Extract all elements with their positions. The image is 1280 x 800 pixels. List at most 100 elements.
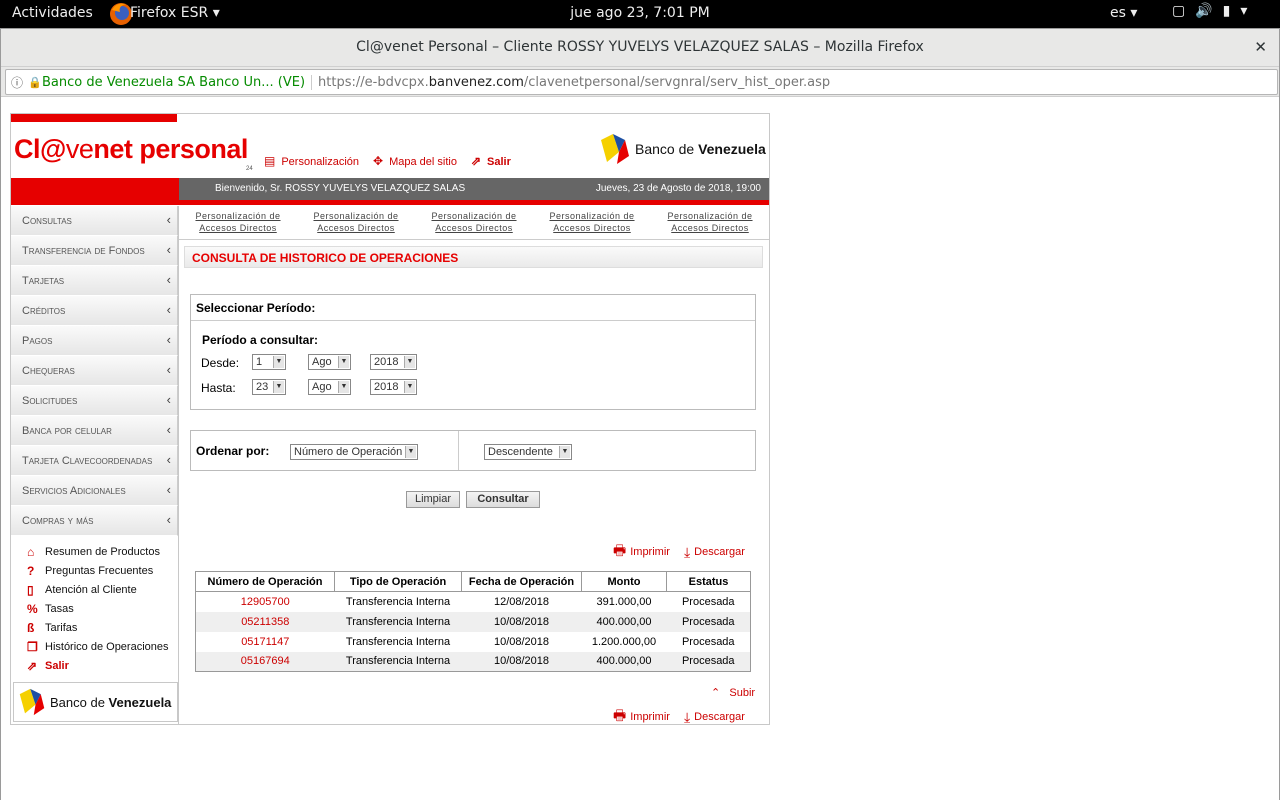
sidebar-menu-item[interactable]: Tarjetas ‹ <box>11 266 178 296</box>
to-year-select[interactable]: 2018 ▼ <box>370 379 417 395</box>
quick-link-fees[interactable]: ß Tarifas <box>27 618 178 637</box>
house-icon: ⌂ <box>27 544 35 559</box>
sidebar-menu-item[interactable]: Banca por celular ‹ <box>11 416 178 446</box>
quick-link-history[interactable]: ❐ Histórico de Operaciones <box>27 637 178 656</box>
sidebar-menu-item[interactable]: Tarjeta Clavecoordenadas ‹ <box>11 446 178 476</box>
quick-access-link-3[interactable]: Personalización de Accesos Directos <box>431 210 516 239</box>
sidebar-menu-item[interactable]: Transferencia de Fondos ‹ <box>11 236 178 266</box>
dropdown-arrow-icon: ▼ <box>559 446 570 458</box>
activities-button[interactable]: Actividades <box>12 5 93 21</box>
bank-name-b: Venezuela <box>698 141 766 157</box>
operation-number-link[interactable]: 05171147 <box>196 632 335 652</box>
operation-number-link[interactable]: 05167694 <box>195 651 335 672</box>
quick-link-logout[interactable]: ⇗ Salir <box>27 656 178 675</box>
quick-link-label: Preguntas Frecuentes <box>45 564 154 577</box>
operations-table: Número de Operación Tipo de Operación Fe… <box>195 571 751 672</box>
print-button[interactable]: 🖶 Imprimir <box>613 705 670 729</box>
table-cell: 10/08/2018 <box>461 651 582 672</box>
download-button[interactable]: ⤓ Descargar <box>684 709 745 726</box>
sidebar-menu-item[interactable]: Consultas ‹ <box>11 206 178 236</box>
period-header: Seleccionar Período: <box>191 295 755 321</box>
volume-icon: 🔊 <box>1195 3 1213 19</box>
to-month-select[interactable]: Ago ▼ <box>308 379 351 395</box>
access-line-2: Accesos Directos <box>435 223 513 233</box>
column-header[interactable]: Estatus <box>666 571 751 592</box>
current-date: Jueves, 23 de Agosto de 2018, 19:00 <box>595 183 761 194</box>
download-label: Descargar <box>694 711 745 723</box>
quick-access-link-4[interactable]: Personalización de Accesos Directos <box>549 210 634 239</box>
quick-link-resumen[interactable]: ⌂ Resumen de Productos <box>27 542 178 561</box>
logo-part-b: ve <box>65 134 94 164</box>
sidebar-menu-item[interactable]: Créditos ‹ <box>11 296 178 326</box>
quick-link-rates[interactable]: % Tasas <box>27 599 178 618</box>
scroll-top-link[interactable]: ⌃ Subir <box>711 686 755 699</box>
quick-access-link-2[interactable]: Personalización de Accesos Directos <box>313 210 398 239</box>
operation-number-link[interactable]: 05211358 <box>195 611 335 632</box>
from-day-select[interactable]: 1 ▼ <box>252 354 286 370</box>
site-identity[interactable]: Banco de Venezuela SA Banco Un... (VE) <box>42 74 313 90</box>
quick-link-support[interactable]: ▯ Atención al Cliente <box>27 580 178 599</box>
close-window-button[interactable]: ✕ <box>1254 38 1267 56</box>
bank-name-a: Banco de <box>635 141 699 157</box>
from-year-select[interactable]: 2018 ▼ <box>370 354 417 370</box>
quick-links: ⌂ Resumen de Productos ? Preguntas Frecuen… <box>11 536 178 675</box>
quick-access-link-1[interactable]: Personalización de Accesos Directos <box>195 210 280 239</box>
table-row: 05171147 Transferencia Interna 10/08/2018 1… <box>196 632 751 652</box>
header-links: ▤ Personalización ✥ Mapa del sitio ⇗ Salir <box>264 154 511 168</box>
period-box: Seleccionar Período: Período a consultar… <box>190 294 756 410</box>
table-cell: Transferencia Interna <box>334 651 462 672</box>
chevron-up-icon: ⌃ <box>711 687 721 699</box>
print-button[interactable]: 🖶 Imprimir <box>613 540 670 564</box>
quick-link-faq[interactable]: ? Preguntas Frecuentes <box>27 561 178 580</box>
order-by-select[interactable]: Número de Operación ▼ <box>290 444 418 460</box>
column-header[interactable]: Tipo de Operación <box>334 571 462 592</box>
logout-link[interactable]: ⇗ Salir <box>471 154 511 168</box>
operation-number-link[interactable]: 12905700 <box>196 592 335 612</box>
url-domain: banvenez.com <box>428 74 524 90</box>
battery-icon: ▮ <box>1222 3 1231 19</box>
sidebar-menu-item[interactable]: Chequeras ‹ <box>11 356 178 386</box>
column-header[interactable]: Fecha de Operación <box>461 571 582 592</box>
info-icon[interactable]: ⓘ <box>6 74 28 91</box>
system-menu[interactable]: ▢ 🔊 ▮ ▾ <box>1172 3 1247 19</box>
sidebar-menu: Consultas ‹ Transferencia de Fondos ‹ Tarjet… <box>11 206 178 536</box>
app-name: Firefox ESR <box>130 5 209 21</box>
scroll-top-label: Subir <box>729 687 756 699</box>
logout-label: Salir <box>487 156 511 168</box>
clear-button[interactable]: Limpiar <box>406 491 460 508</box>
clavenet-logo[interactable]: Cl@venet personal <box>14 134 248 165</box>
search-button[interactable]: Consultar <box>466 491 540 508</box>
url-bar[interactable]: ⓘ 🔒 Banco de Venezuela SA Banco Un... (V… <box>5 69 1278 95</box>
bottom-actions: 🖶 Imprimir ⤓ Descargar <box>613 705 745 729</box>
chevron-left-icon: ‹ <box>166 512 171 527</box>
column-header[interactable]: Número de Operación <box>195 571 335 592</box>
quick-access-link-5[interactable]: Personalización de Accesos Directos <box>667 210 752 239</box>
sidebar-menu-item[interactable]: Solicitudes ‹ <box>11 386 178 416</box>
column-header[interactable]: Monto <box>581 571 667 592</box>
access-line-2: Accesos Directos <box>553 223 631 233</box>
exit-icon: ⇗ <box>470 154 481 168</box>
url-text[interactable]: https://e-bdvcpx.banvenez.com/clavenetpe… <box>312 75 830 90</box>
sidebar-menu-item[interactable]: Pagos ‹ <box>11 326 178 356</box>
sidebar-menu-item[interactable]: Compras y más ‹ <box>11 506 178 536</box>
to-day-select[interactable]: 23 ▼ <box>252 379 286 395</box>
download-button[interactable]: ⤓ Descargar <box>684 544 745 561</box>
sitemap-link[interactable]: ✥ Mapa del sitio <box>373 154 457 168</box>
access-line-1: Personalización de <box>667 211 753 221</box>
from-month-select[interactable]: Ago ▼ <box>308 354 351 370</box>
order-direction-select[interactable]: Descendente ▼ <box>484 444 572 460</box>
personalization-link[interactable]: ▤ Personalización <box>264 154 359 168</box>
table-cell: 400.000,00 <box>581 611 667 632</box>
chevron-left-icon: ‹ <box>166 332 171 347</box>
chevron-left-icon: ‹ <box>166 392 171 407</box>
language-menu[interactable]: es ▾ <box>1110 5 1137 21</box>
table-cell: Procesada <box>681 635 735 648</box>
sidebar: Consultas ‹ Transferencia de Fondos ‹ Tarjet… <box>11 206 179 724</box>
app-menu-button[interactable]: Firefox ESR ▾ <box>130 5 220 21</box>
access-line-1: Personalización de <box>313 211 399 221</box>
sidebar-menu-label: Solicitudes <box>22 395 78 407</box>
to-month-value: Ago <box>312 381 332 393</box>
bank-name-b: Venezuela <box>108 694 172 710</box>
bank-name: Banco de Venezuela <box>50 695 171 710</box>
sidebar-menu-item[interactable]: Servicios Adicionales ‹ <box>11 476 178 506</box>
